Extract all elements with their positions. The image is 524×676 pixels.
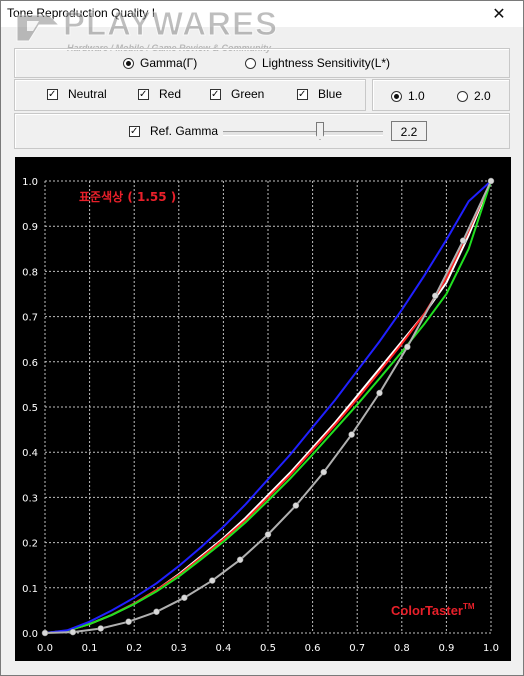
- red-check-box: [138, 89, 149, 100]
- red-label: Red: [159, 87, 182, 101]
- series-marker: [459, 237, 467, 244]
- series-marker: [320, 468, 327, 476]
- lightness-radio-label: Lightness Sensitivity(L*): [262, 56, 391, 70]
- blue-checkbox[interactable]: Blue: [297, 87, 342, 101]
- title-bar: Tone Reproduction Quality I ✕: [1, 1, 523, 27]
- y-tick-label: 0.3: [22, 493, 38, 504]
- y-tick-label: 0.8: [22, 267, 38, 278]
- tone-reproduction-window: Tone Reproduction Quality I ✕ PLAYWARES …: [0, 0, 524, 676]
- scale-1-radio-dot: [391, 91, 402, 102]
- colortaster-text: ColorTaster: [391, 603, 463, 618]
- gamma-radio-label: Gamma(Γ): [140, 56, 198, 70]
- close-button[interactable]: ✕: [479, 1, 519, 27]
- blue-label: Blue: [318, 87, 343, 101]
- x-tick-label: 0.2: [126, 643, 142, 654]
- series-marker: [41, 629, 49, 637]
- neutral-checkbox[interactable]: Neutral: [47, 87, 107, 101]
- series-marker: [264, 531, 272, 538]
- y-tick-label: 1.0: [22, 177, 38, 188]
- y-tick-label: 0.1: [22, 584, 38, 595]
- series-marker: [181, 594, 188, 601]
- scale-1-radio[interactable]: 1.0: [391, 89, 425, 103]
- series-marker: [376, 389, 383, 397]
- x-tick-label: 0.6: [305, 643, 321, 654]
- series-marker: [153, 608, 160, 616]
- y-tick-label: 0.5: [22, 403, 38, 414]
- slider-track: [223, 131, 383, 136]
- neutral-label: Neutral: [68, 87, 107, 101]
- colortaster-tm: TM: [463, 602, 475, 611]
- series-marker: [487, 177, 495, 185]
- chart-title: 표준색상 ( 1.55 ): [79, 189, 176, 204]
- scale-panel: 1.0 2.0: [372, 79, 510, 111]
- ref-gamma-slider[interactable]: [223, 122, 383, 140]
- x-tick-label: 0.7: [349, 643, 365, 654]
- series-marker: [236, 556, 244, 564]
- tone-curve-chart: 0.0 0.1 0.2 0.3 0.4 0.5 0.6 0.7 0.8 0.9 1.0 0.0 0.1…: [15, 157, 511, 661]
- series-marker: [209, 577, 216, 584]
- x-tick-label: 0.1: [82, 643, 98, 654]
- scale-2-label: 2.0: [474, 89, 491, 103]
- channel-panel: Neutral Red Green Blue: [14, 79, 366, 111]
- blue-check-box: [297, 89, 308, 100]
- series-marker: [404, 343, 411, 351]
- green-checkbox[interactable]: Green: [210, 87, 264, 101]
- x-tick-label: 0.8: [394, 643, 410, 654]
- x-tick-label: 0.3: [171, 643, 187, 654]
- y-tick-label: 0.7: [22, 313, 38, 324]
- x-tick-label: 0.9: [438, 643, 454, 654]
- x-tick-label: 1.0: [483, 643, 499, 654]
- lightness-radio[interactable]: Lightness Sensitivity(L*): [245, 56, 390, 70]
- series-marker: [432, 292, 439, 300]
- y-tick-label: 0.2: [22, 539, 38, 550]
- ref-gamma-value: 2.2: [391, 121, 427, 141]
- green-check-box: [210, 89, 221, 100]
- scale-2-radio[interactable]: 2.0: [457, 89, 491, 103]
- lightness-radio-dot: [245, 58, 256, 69]
- y-tick-label: 0.9: [22, 222, 38, 233]
- x-tick-label: 0.5: [260, 643, 276, 654]
- colortaster-watermark: ColorTasterTM: [391, 602, 475, 618]
- window-title: Tone Reproduction Quality I: [7, 6, 156, 20]
- ref-gamma-label: Ref. Gamma: [150, 124, 219, 138]
- gamma-radio-dot: [123, 58, 134, 69]
- neutral-check-box: [47, 89, 58, 100]
- series-marker: [348, 431, 355, 438]
- y-tick-label: 0.4: [22, 448, 38, 459]
- slider-thumb[interactable]: [316, 122, 324, 140]
- ref-gamma-check-box: [129, 126, 140, 137]
- series-marker: [292, 502, 300, 509]
- ref-gamma-checkbox[interactable]: Ref. Gamma: [129, 124, 218, 138]
- y-tick-label: 0.6: [22, 358, 38, 369]
- series-marker: [69, 628, 77, 636]
- x-tick-label: 0.4: [215, 643, 231, 654]
- scale-2-radio-dot: [457, 91, 468, 102]
- scale-1-label: 1.0: [408, 89, 425, 103]
- x-tick-label: 0.0: [37, 643, 53, 654]
- series-marker: [97, 625, 104, 632]
- gamma-radio[interactable]: Gamma(Γ): [123, 56, 197, 70]
- mode-panel: Gamma(Γ) Lightness Sensitivity(L*): [14, 48, 510, 78]
- y-tick-label: 0.0: [22, 629, 38, 640]
- series-marker: [125, 618, 132, 625]
- red-checkbox[interactable]: Red: [138, 87, 181, 101]
- green-label: Green: [231, 87, 265, 101]
